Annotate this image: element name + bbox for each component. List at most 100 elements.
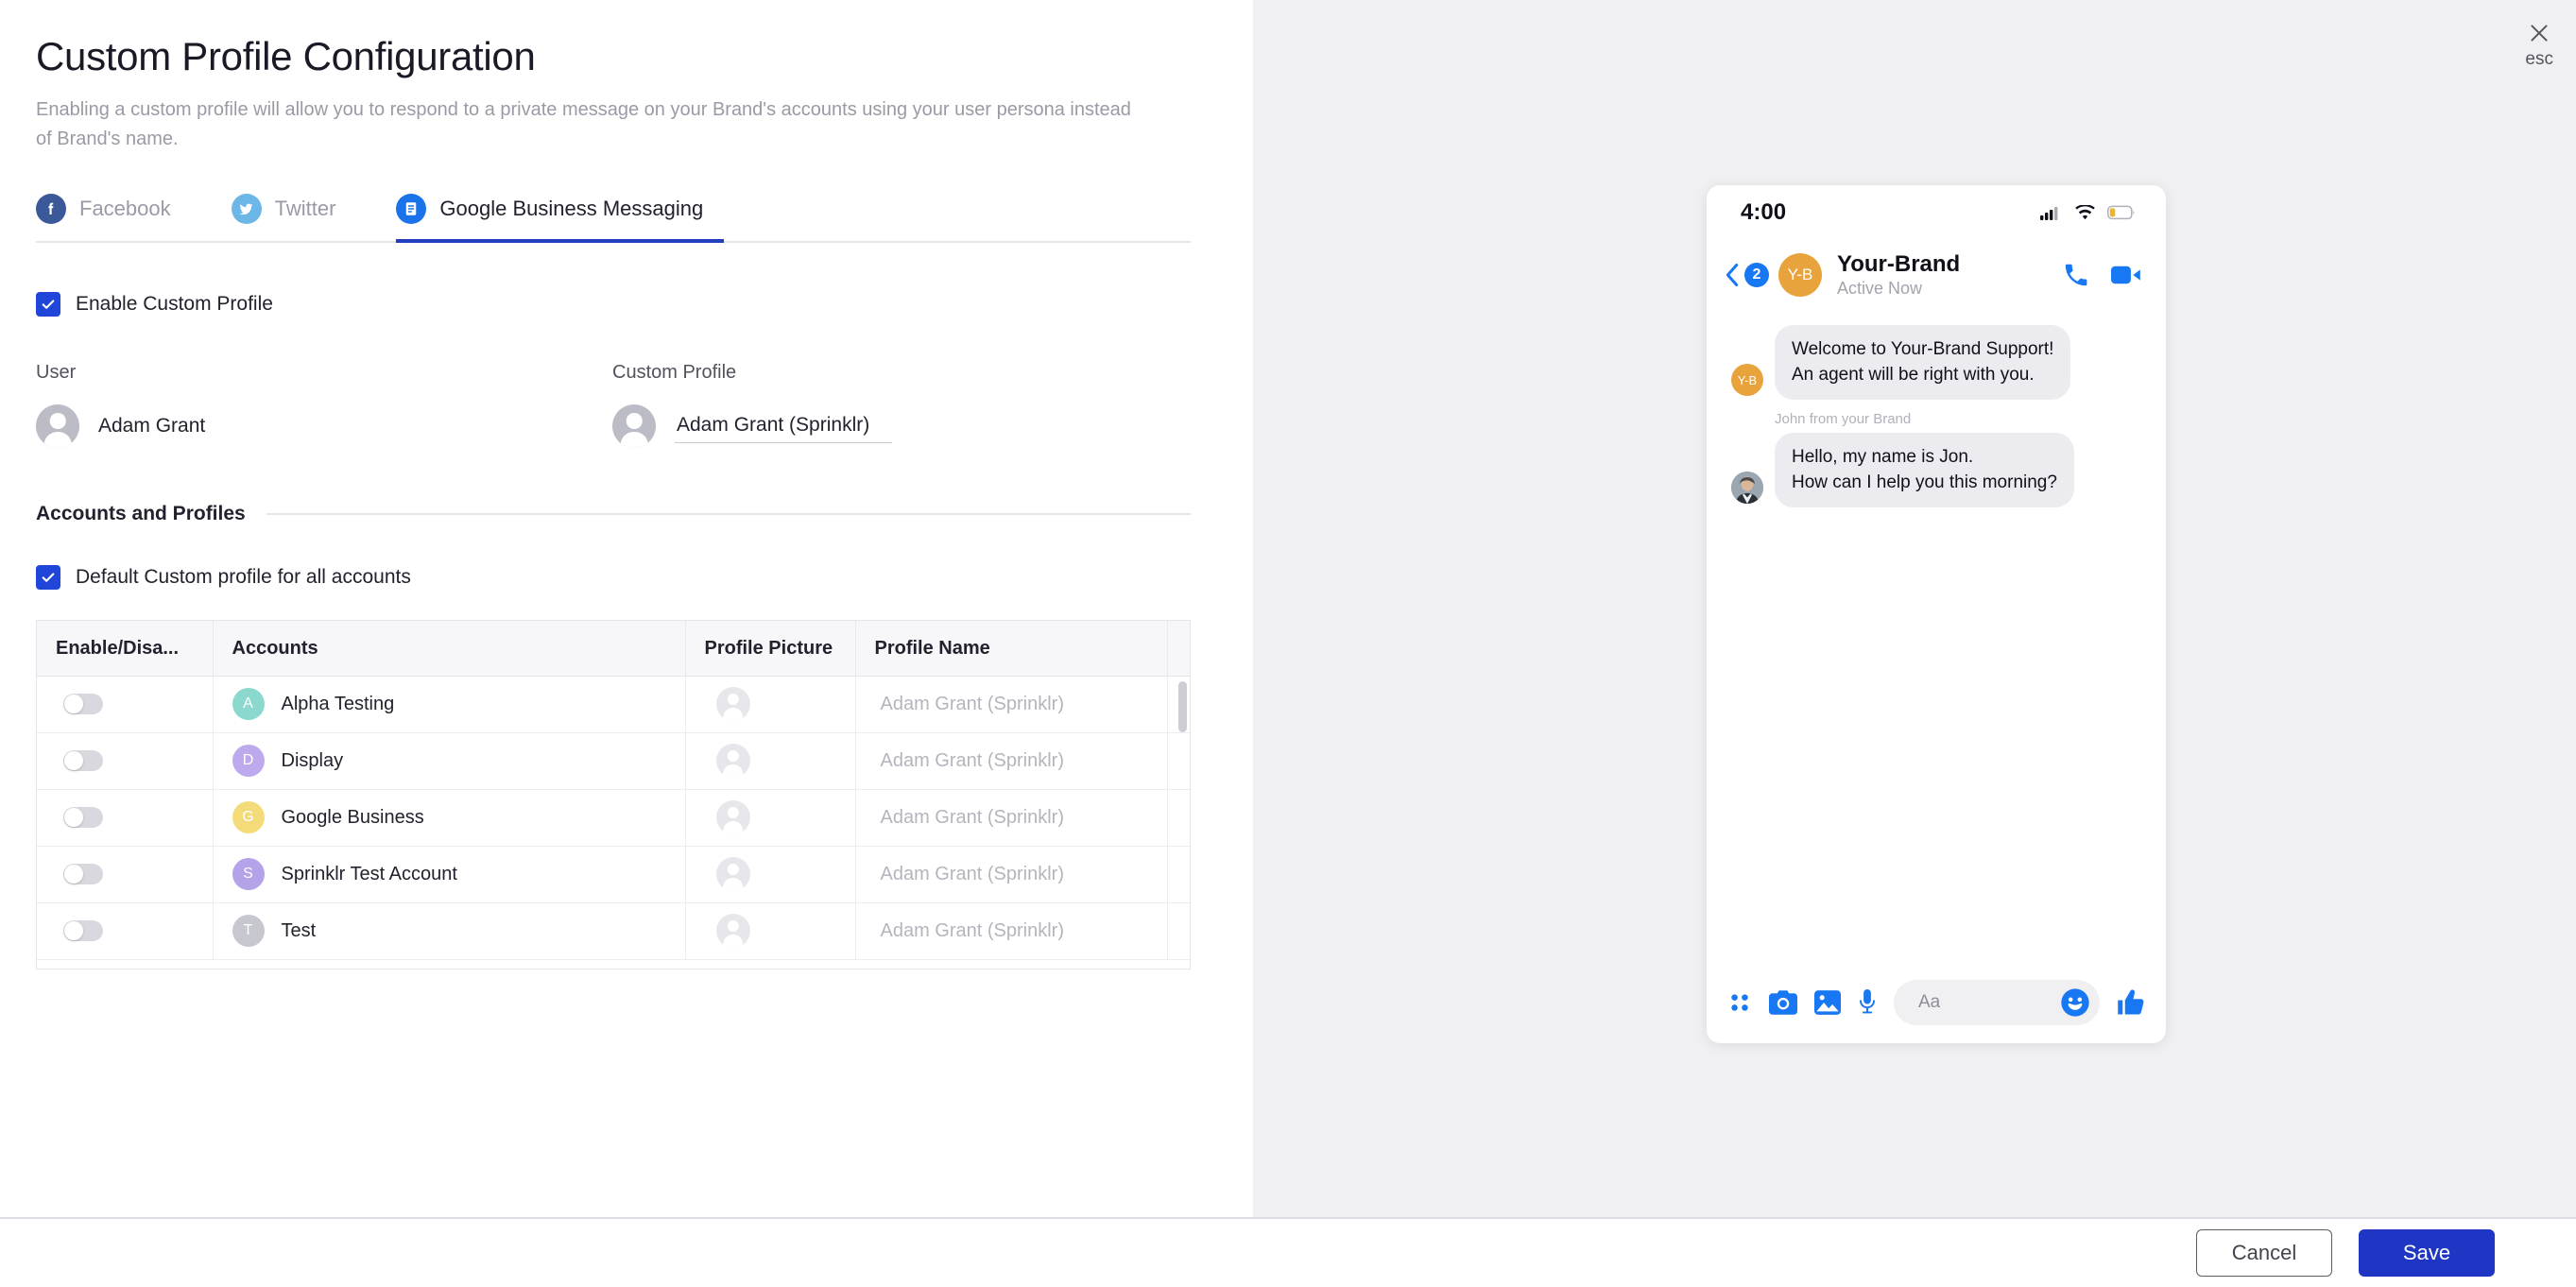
message-avatar-agent bbox=[1731, 472, 1763, 505]
message-avatar-brand: Y-B bbox=[1731, 364, 1763, 397]
user-avatar bbox=[36, 404, 79, 449]
photo-icon[interactable] bbox=[1814, 990, 1841, 1015]
cellular-signal-icon bbox=[2040, 206, 2058, 220]
cell-profile-picture bbox=[685, 902, 856, 960]
accounts-and-profiles-title: Accounts and Profiles bbox=[36, 503, 246, 525]
table-row: A Alpha Testing Adam Grant (Sprinklr) bbox=[37, 676, 1190, 733]
camera-icon[interactable] bbox=[1769, 990, 1797, 1015]
profile-picture-avatar[interactable] bbox=[715, 800, 750, 835]
apps-grid-icon[interactable] bbox=[1727, 990, 1752, 1015]
enable-custom-profile-row[interactable]: Enable Custom Profile bbox=[36, 292, 1217, 317]
profile-name-placeholder: Adam Grant (Sprinklr) bbox=[880, 863, 1065, 884]
cell-extra bbox=[1167, 902, 1190, 960]
chat-input-bar: Aa bbox=[1707, 962, 2166, 1043]
user-column-title: User bbox=[36, 362, 77, 384]
enable-toggle[interactable] bbox=[63, 750, 103, 772]
cancel-button[interactable]: Cancel bbox=[2196, 1229, 2332, 1277]
cell-enable bbox=[37, 846, 214, 903]
smiley-icon[interactable] bbox=[2060, 987, 2090, 1018]
back-button[interactable]: 2 bbox=[1722, 262, 1769, 288]
table-vertical-scrollbar[interactable] bbox=[1178, 681, 1187, 733]
chat-header: 2 Y-B Your-Brand Active Now bbox=[1707, 240, 2166, 310]
phone-status-bar: 4:00 bbox=[1707, 185, 2166, 240]
profile-picture-avatar[interactable] bbox=[715, 744, 750, 779]
cell-account: A Alpha Testing bbox=[213, 676, 686, 733]
profile-picture-avatar[interactable] bbox=[715, 914, 750, 949]
profile-name-placeholder: Adam Grant (Sprinklr) bbox=[880, 749, 1065, 771]
cell-profile-name[interactable]: Adam Grant (Sprinklr) bbox=[855, 732, 1168, 790]
account-initial-avatar: T bbox=[232, 915, 265, 948]
column-header-extra bbox=[1167, 621, 1190, 677]
table-row: G Google Business Adam Grant (Sprinklr) bbox=[37, 789, 1190, 847]
account-name: Sprinklr Test Account bbox=[281, 863, 457, 884]
close-button[interactable]: esc bbox=[2525, 21, 2553, 70]
cell-profile-picture bbox=[685, 676, 856, 733]
video-call-icon[interactable] bbox=[2111, 261, 2141, 289]
profile-picture-avatar[interactable] bbox=[715, 857, 750, 892]
cell-enable bbox=[37, 789, 214, 847]
thumbs-up-icon[interactable] bbox=[2117, 988, 2145, 1017]
profile-name-placeholder: Adam Grant (Sprinklr) bbox=[880, 806, 1065, 828]
enable-toggle[interactable] bbox=[63, 920, 103, 942]
default-custom-profile-checkbox[interactable] bbox=[36, 565, 60, 591]
cell-enable bbox=[37, 902, 214, 960]
profile-picture-avatar[interactable] bbox=[715, 687, 750, 722]
cell-profile-name[interactable]: Adam Grant (Sprinklr) bbox=[855, 902, 1168, 960]
cell-profile-name[interactable]: Adam Grant (Sprinklr) bbox=[855, 676, 1168, 733]
default-custom-profile-row[interactable]: Default Custom profile for all accounts bbox=[36, 565, 1217, 591]
profile-name-placeholder: Adam Grant (Sprinklr) bbox=[880, 693, 1065, 714]
tab-twitter[interactable]: Twitter bbox=[231, 194, 357, 243]
message-bubble-1: Hello, my name is Jon. How can I help you… bbox=[1775, 433, 2074, 508]
user-name: Adam Grant bbox=[98, 415, 206, 438]
cell-account: D Display bbox=[213, 732, 686, 790]
profile-columns: User Adam Grant Custom Profile bbox=[36, 362, 1217, 449]
save-button[interactable]: Save bbox=[2359, 1229, 2495, 1277]
account-name: Test bbox=[281, 919, 317, 941]
chat-messages: Y-B Welcome to Your-Brand Support! An age… bbox=[1707, 310, 2166, 962]
message-bubble-0: Welcome to Your-Brand Support! An agent w… bbox=[1775, 325, 2071, 401]
column-header-enable-disable[interactable]: Enable/Disa... bbox=[37, 621, 214, 677]
settings-panel: Custom Profile Configuration Enabling a … bbox=[0, 0, 1253, 1217]
account-name: Google Business bbox=[281, 806, 424, 828]
twitter-icon bbox=[231, 194, 262, 225]
table-row: D Display Adam Grant (Sprinklr) bbox=[37, 732, 1190, 790]
cell-profile-name[interactable]: Adam Grant (Sprinklr) bbox=[855, 846, 1168, 903]
microphone-icon[interactable] bbox=[1858, 989, 1877, 1016]
tab-facebook[interactable]: Facebook bbox=[36, 194, 192, 243]
column-header-profile-picture[interactable]: Profile Picture bbox=[685, 621, 856, 677]
cell-extra bbox=[1167, 789, 1190, 847]
table-header-row: Enable/Disa... Accounts Profile Picture … bbox=[37, 621, 1190, 677]
check-icon bbox=[42, 300, 55, 310]
message-agent: Hello, my name is Jon. How can I help you… bbox=[1731, 433, 2141, 508]
tab-facebook-label: Facebook bbox=[79, 197, 171, 221]
google-business-messaging-icon bbox=[396, 194, 427, 225]
brand-status: Active Now bbox=[1837, 278, 1923, 298]
column-header-profile-name[interactable]: Profile Name bbox=[855, 621, 1168, 677]
column-header-accounts[interactable]: Accounts bbox=[213, 621, 686, 677]
preview-panel: esc 4:00 2 Y-B Your-Brand Active Now Y-B… bbox=[1253, 0, 2576, 1217]
custom-profile-avatar bbox=[612, 404, 656, 449]
cell-profile-name[interactable]: Adam Grant (Sprinklr) bbox=[855, 789, 1168, 847]
close-icon bbox=[2531, 25, 2548, 42]
phone-call-icon[interactable] bbox=[2062, 261, 2090, 289]
cell-extra bbox=[1167, 732, 1190, 790]
tab-google-business-messaging[interactable]: Google Business Messaging bbox=[396, 194, 725, 244]
enable-toggle[interactable] bbox=[63, 807, 103, 829]
custom-profile-configuration-modal: Custom Profile Configuration Enabling a … bbox=[0, 0, 2576, 1287]
close-button-label: esc bbox=[2525, 49, 2553, 69]
wifi-icon bbox=[2075, 204, 2095, 219]
enable-toggle[interactable] bbox=[63, 864, 103, 885]
cell-profile-picture bbox=[685, 732, 856, 790]
account-name: Display bbox=[281, 749, 344, 771]
brand-avatar: Y-B bbox=[1778, 253, 1822, 297]
user-column: User Adam Grant bbox=[36, 362, 612, 449]
account-initial-avatar: S bbox=[232, 858, 265, 891]
enable-toggle[interactable] bbox=[63, 694, 103, 715]
custom-profile-name-input[interactable] bbox=[675, 409, 892, 443]
status-bar-time: 4:00 bbox=[1741, 199, 1787, 225]
cell-extra bbox=[1167, 846, 1190, 903]
check-icon bbox=[42, 573, 55, 583]
enable-custom-profile-checkbox[interactable] bbox=[36, 292, 60, 317]
message-input-pill[interactable]: Aa bbox=[1894, 980, 2100, 1025]
agent-photo-icon bbox=[1731, 472, 1763, 505]
